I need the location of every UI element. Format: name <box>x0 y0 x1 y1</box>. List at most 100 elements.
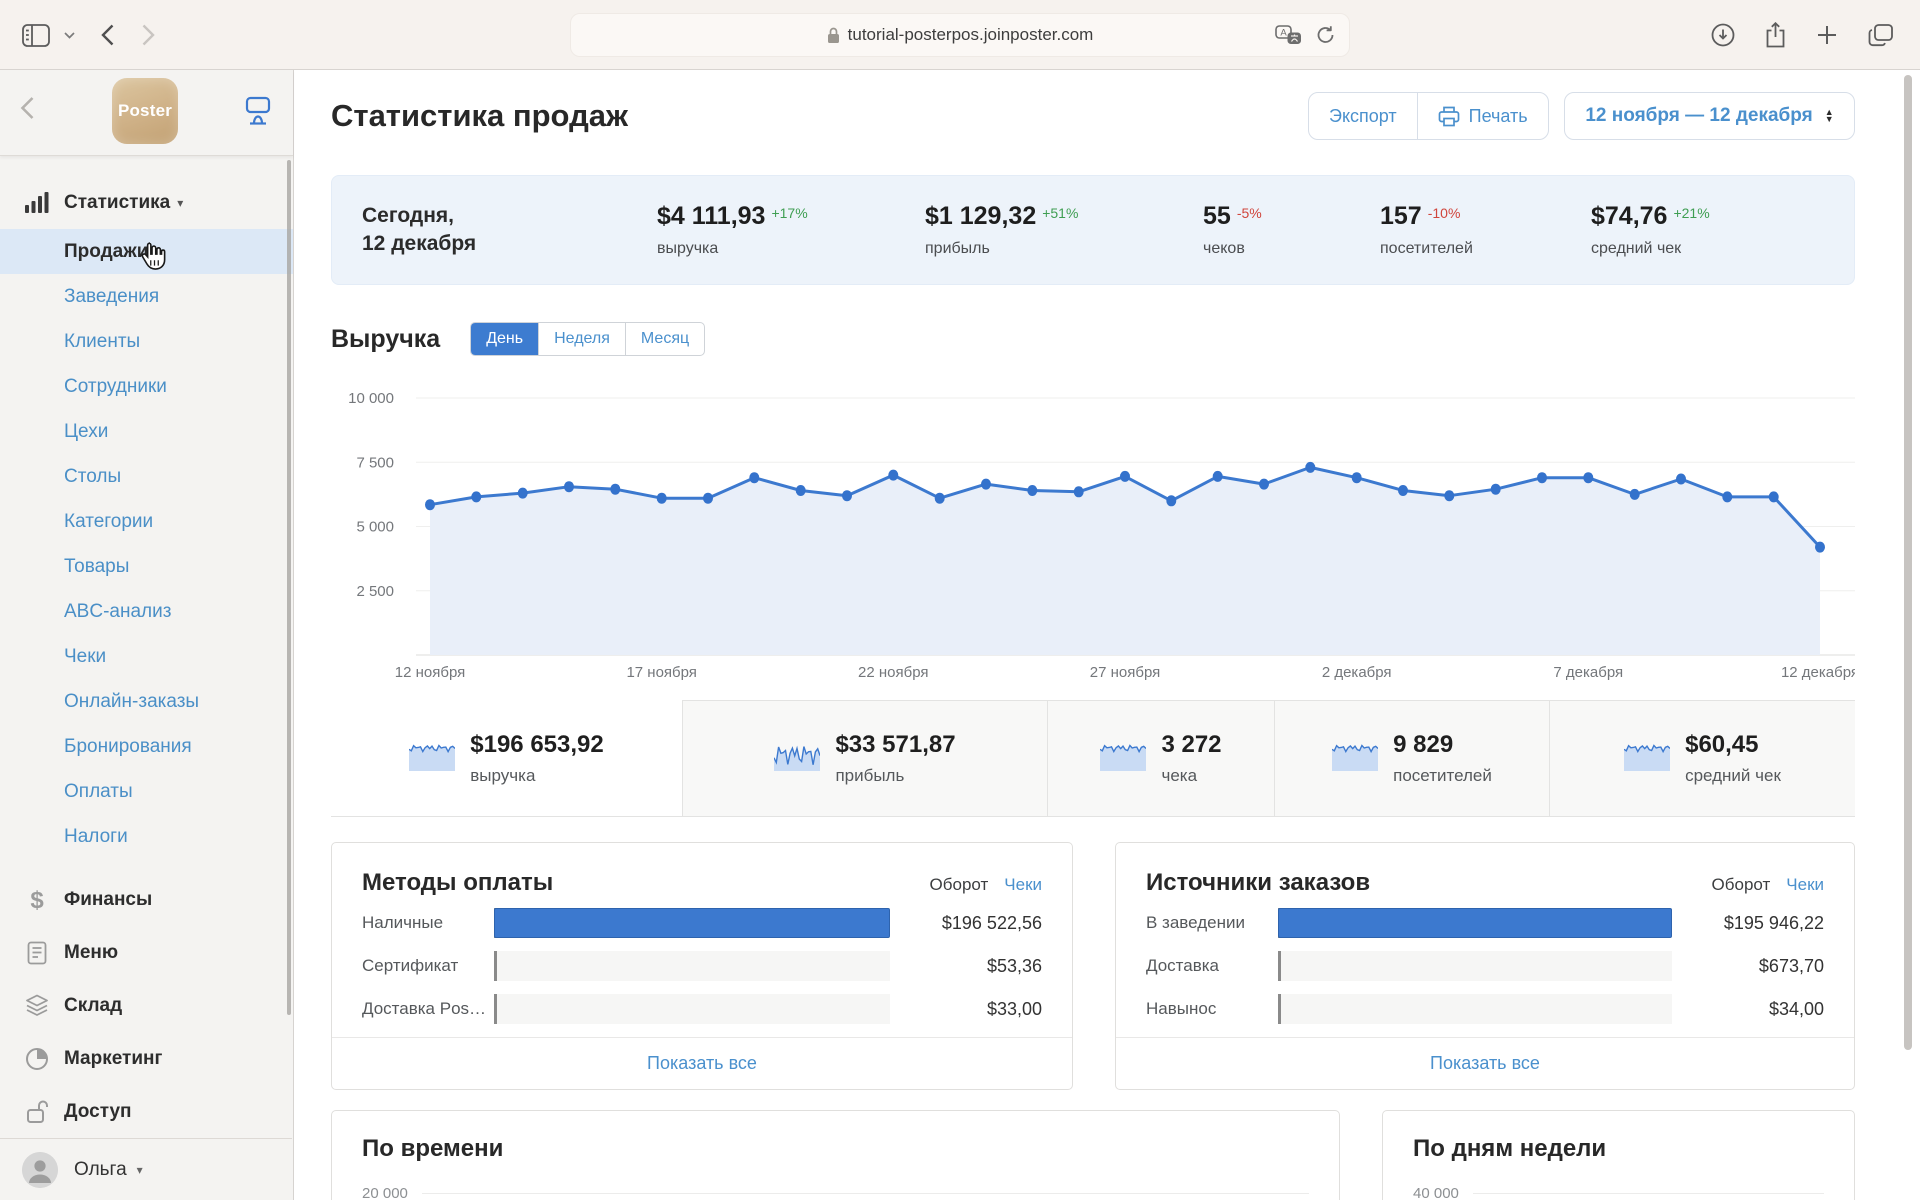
sidebar-item-чеки[interactable]: Чеки <box>0 634 293 679</box>
card-title: Источники заказов <box>1146 869 1371 896</box>
sidebar-item-label: Налоги <box>64 825 128 847</box>
toggle-receipts[interactable]: Чеки <box>1786 875 1824 895</box>
page-title: Статистика продаж <box>331 98 628 133</box>
sidebar-item-клиенты[interactable]: Клиенты <box>0 319 293 364</box>
card-row: Навынос $34,00 <box>1146 992 1824 1026</box>
sidebar-item-статистика[interactable]: Статистика ▾ <box>0 176 293 229</box>
row-label: В заведении <box>1146 913 1245 932</box>
user-menu[interactable]: Ольга ▾ <box>0 1138 292 1200</box>
revenue-heading: Выручка <box>331 324 441 353</box>
total-label: чека <box>1161 766 1198 785</box>
metric-value: 157 <box>1380 202 1422 230</box>
row-label: Навынос <box>1146 999 1217 1018</box>
poster-logo[interactable]: Poster <box>112 78 178 144</box>
chevron-down-icon[interactable] <box>64 31 75 39</box>
total-cell-прибыль[interactable]: $33 571,87 прибыль <box>682 700 1047 816</box>
sidebar-header: Poster <box>0 70 293 156</box>
svg-text:$: $ <box>30 887 44 913</box>
sparkline-thumbnail-icon <box>408 741 456 776</box>
sidebar-item-маркетинг[interactable]: Маркетинг <box>0 1032 293 1085</box>
sidebar-item-заведения[interactable]: Заведения <box>0 274 293 319</box>
sidebar-item-abc-анализ[interactable]: ABC-анализ <box>0 589 293 634</box>
sidebar-item-сотрудники[interactable]: Сотрудники <box>0 364 293 409</box>
date-range-select[interactable]: 12 ноября — 12 декабря ▲ ▼ <box>1564 92 1855 140</box>
sidebar-item-склад[interactable]: Склад <box>0 979 293 1032</box>
sidebar-item-label: Меню <box>64 941 119 963</box>
total-cell-средний чек[interactable]: $60,45 средний чек <box>1549 700 1855 816</box>
sidebar-item-бронирования[interactable]: Бронирования <box>0 724 293 769</box>
sidebar-item-продажи[interactable]: Продажи <box>0 229 293 274</box>
page-scrollbar[interactable] <box>1904 75 1912 1050</box>
metric-delta: +21% <box>1673 205 1710 221</box>
terminal-icon[interactable] <box>242 96 274 131</box>
total-label: средний чек <box>1685 766 1781 785</box>
row-bar <box>1278 908 1672 938</box>
tab-неделя[interactable]: Неделя <box>538 323 625 355</box>
export-button[interactable]: Экспорт <box>1309 93 1417 139</box>
row-bar <box>494 908 890 938</box>
svg-text:2 декабря: 2 декабря <box>1322 664 1392 681</box>
metric-label: прибыль <box>925 240 990 257</box>
metric-delta: +17% <box>771 205 808 221</box>
sidebar-item-налоги[interactable]: Налоги <box>0 814 293 859</box>
metric-label: чеков <box>1203 240 1245 257</box>
tab-день[interactable]: День <box>471 323 539 355</box>
sidebar-item-label: Доступ <box>64 1100 132 1122</box>
sidebar-item-label: Оплаты <box>64 780 133 802</box>
sidebar-item-онлайн-заказы[interactable]: Онлайн-заказы <box>0 679 293 724</box>
sidebar-item-оплаты[interactable]: Оплаты <box>0 769 293 814</box>
sidebar-item-label: Товары <box>64 555 130 577</box>
sparkline-thumbnail-icon <box>1100 741 1147 776</box>
sidebar-item-label: Бронирования <box>64 735 192 757</box>
lock-icon <box>827 27 840 44</box>
show-all-link[interactable]: Показать все <box>332 1037 1072 1089</box>
chevron-down-icon: ▾ <box>136 1162 143 1177</box>
avatar <box>22 1151 58 1188</box>
total-cell-посетителей[interactable]: 9 829 посетителей <box>1274 700 1549 816</box>
sidebar-item-категории[interactable]: Категории <box>0 499 293 544</box>
toggle-turnover[interactable]: Оборот <box>1712 875 1771 895</box>
svg-text:5 000: 5 000 <box>356 519 394 536</box>
sidebar-scrollbar[interactable] <box>287 160 291 1015</box>
sidebar-item-товары[interactable]: Товары <box>0 544 293 589</box>
sidebar-item-меню[interactable]: Меню <box>0 926 293 979</box>
sidebar-item-цехи[interactable]: Цехи <box>0 409 293 454</box>
row-value: $53,36 <box>986 955 1042 976</box>
sidebar-item-столы[interactable]: Столы <box>0 454 293 499</box>
sidebar-item-финансы[interactable]: $ Финансы <box>0 873 293 926</box>
new-tab-icon[interactable] <box>1816 24 1838 46</box>
row-label: Доставка Pos… <box>362 999 487 1018</box>
tab-месяц[interactable]: Месяц <box>624 323 704 355</box>
downloads-icon[interactable] <box>1711 23 1735 47</box>
svg-text:22 ноября: 22 ноября <box>858 664 929 681</box>
sidebar-item-label: Категории <box>64 510 154 532</box>
row-label: Доставка <box>1146 956 1220 975</box>
today-metric-выручка: $4 111,93 +17% выручка <box>657 202 925 258</box>
url-text: tutorial-posterpos.joinposter.com <box>847 25 1094 44</box>
tab-overview-icon[interactable] <box>1868 23 1894 47</box>
total-value: 9 829 <box>1393 731 1454 758</box>
total-cell-выручка[interactable]: $196 653,92 выручка <box>331 700 682 816</box>
print-button[interactable]: Печать <box>1416 93 1548 139</box>
sidebar-item-доступ[interactable]: Доступ <box>0 1085 293 1138</box>
address-bar[interactable]: tutorial-posterpos.joinposter.com A <box>570 13 1350 57</box>
sidebar-toggle-icon[interactable] <box>22 23 50 47</box>
export-print-group: Экспорт Печать <box>1308 92 1549 140</box>
period-tabs: День Неделя Месяц <box>470 322 706 356</box>
sidebar-item-label: Клиенты <box>64 330 141 352</box>
reload-icon[interactable] <box>1316 25 1335 45</box>
total-cell-чека[interactable]: 3 272 чека <box>1047 700 1274 816</box>
toggle-turnover[interactable]: Оборот <box>930 875 989 895</box>
svg-text:12 ноября: 12 ноября <box>395 664 466 681</box>
svg-text:2 500: 2 500 <box>356 583 394 600</box>
back-icon[interactable] <box>101 24 114 46</box>
metric-label: средний чек <box>1591 240 1682 257</box>
card-title: Методы оплаты <box>362 869 554 896</box>
translate-icon[interactable]: A <box>1275 24 1302 46</box>
forward-icon[interactable] <box>142 24 155 46</box>
collapse-sidebar-icon[interactable] <box>20 96 34 125</box>
total-label: выручка <box>470 765 536 785</box>
toggle-receipts[interactable]: Чеки <box>1004 875 1042 895</box>
share-icon[interactable] <box>1765 22 1786 48</box>
show-all-link[interactable]: Показать все <box>1116 1037 1854 1089</box>
